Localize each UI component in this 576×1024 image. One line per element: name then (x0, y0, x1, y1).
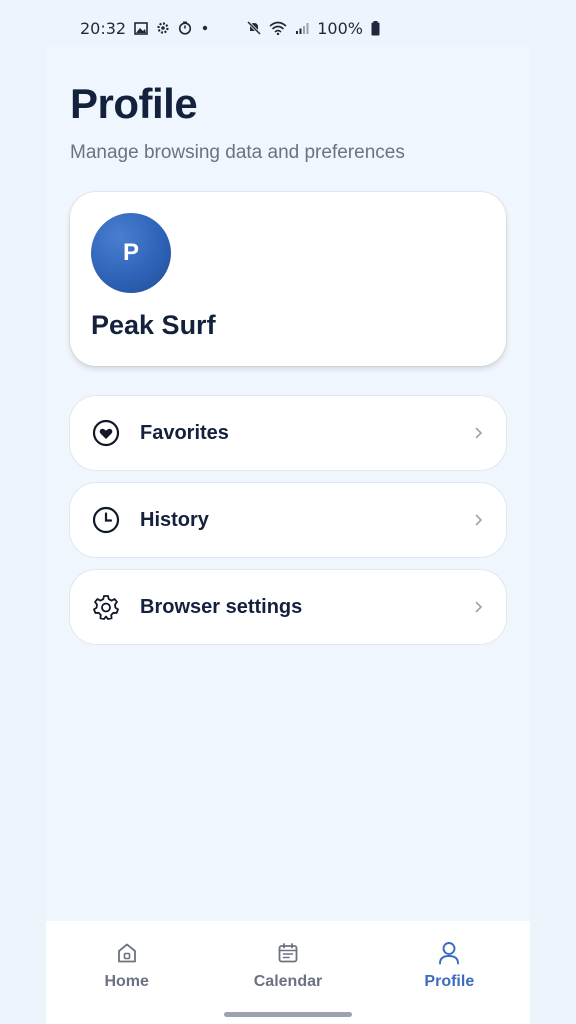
nav-label-home: Home (104, 973, 149, 990)
clock-icon (92, 506, 120, 534)
heart-icon (92, 419, 120, 447)
profile-name: Peak Surf (91, 310, 216, 340)
status-bar-left: 20:32 (80, 19, 210, 38)
menu-item-favorites[interactable]: Favorites (70, 396, 506, 470)
gear-icon (92, 593, 120, 621)
gallery-icon (134, 21, 148, 35)
nav-item-home[interactable]: Home (46, 921, 207, 1024)
battery-percentage: 100% (317, 18, 363, 38)
app-screen: Profile Manage browsing data and prefere… (46, 46, 530, 1024)
nav-label-profile: Profile (424, 973, 475, 990)
nav-item-profile[interactable]: Profile (369, 921, 530, 1024)
timer-icon (178, 21, 192, 35)
chevron-right-icon (472, 599, 484, 615)
menu-item-label: Favorites (140, 422, 229, 444)
home-indicator[interactable] (224, 1012, 352, 1017)
menu-item-browser-settings[interactable]: Browser settings (70, 570, 506, 644)
avatar-initial: P (122, 239, 139, 266)
status-bar-right: 100% (247, 19, 380, 38)
signal-icon (295, 22, 309, 35)
menu-item-history[interactable]: History (70, 483, 506, 557)
calendar-icon (276, 941, 300, 965)
bottom-nav: Home Calendar Profile (46, 921, 530, 1024)
battery-icon (371, 20, 380, 36)
menu-item-label: History (140, 509, 209, 531)
menu-item-label: Browser settings (140, 596, 303, 618)
page-title: Profile (70, 80, 198, 127)
profile-card[interactable]: P Peak Surf (70, 192, 506, 366)
chevron-right-icon (472, 512, 484, 528)
avatar[interactable]: P (91, 213, 171, 293)
page-subtitle: Manage browsing data and preferences (70, 142, 405, 163)
user-icon (437, 941, 461, 965)
home-icon (115, 941, 139, 965)
mute-icon (247, 21, 262, 35)
status-time: 20:32 (80, 18, 127, 38)
settings-icon (156, 21, 170, 35)
dot-icon (200, 23, 210, 33)
chevron-right-icon (472, 425, 484, 441)
nav-label-calendar: Calendar (253, 973, 323, 990)
nav-item-calendar[interactable]: Calendar (207, 921, 368, 1024)
wifi-icon (269, 21, 287, 35)
